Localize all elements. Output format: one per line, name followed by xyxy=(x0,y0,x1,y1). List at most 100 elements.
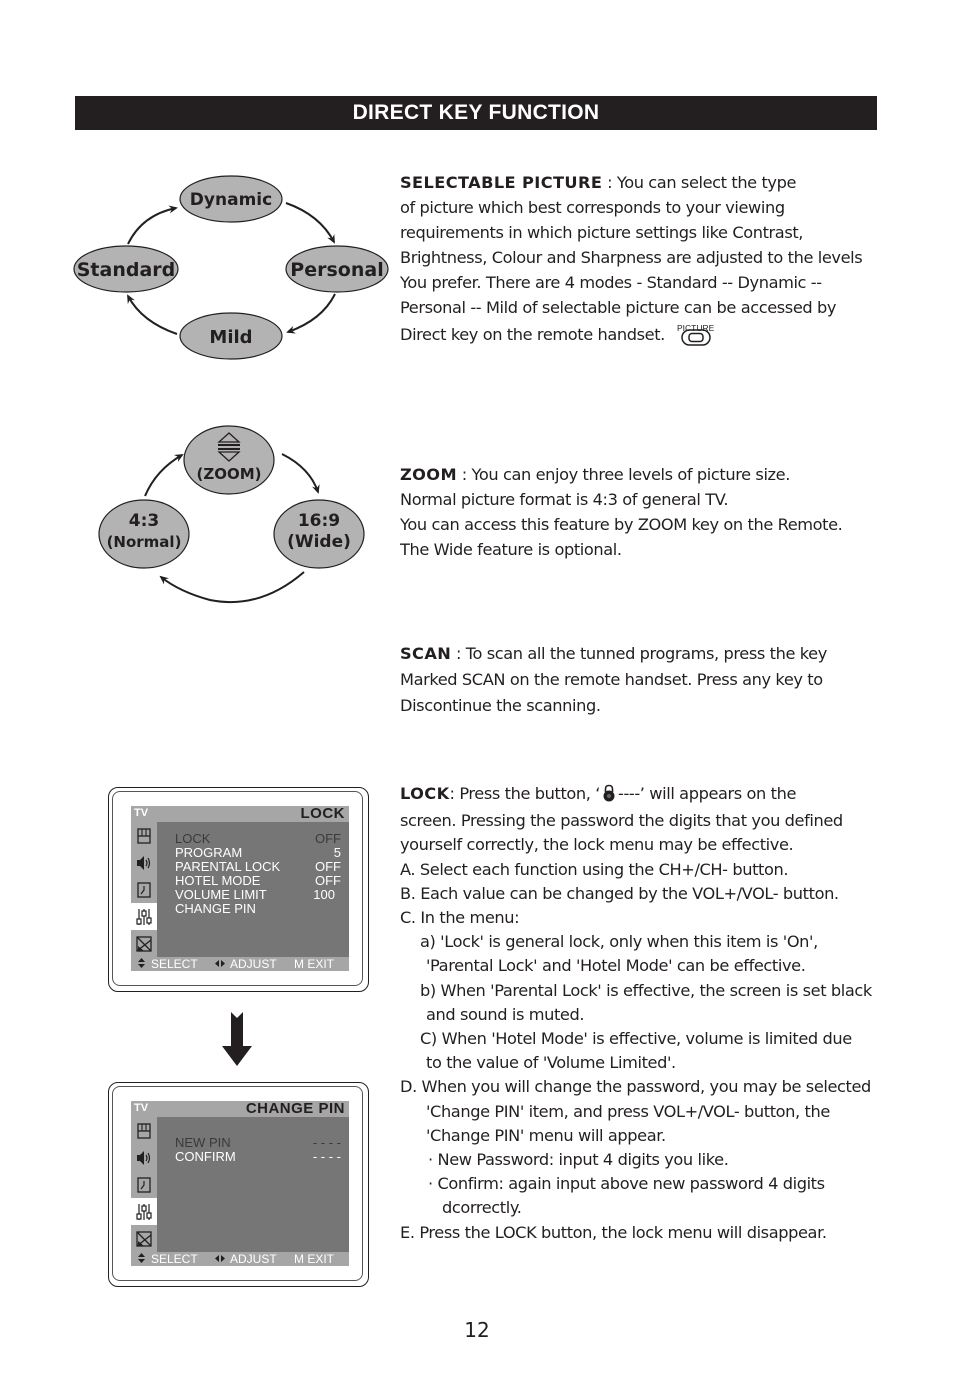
text-line: B. Each value can be changed by the VOL+… xyxy=(400,883,839,903)
text-line: 'Change PIN' menu will appear. xyxy=(426,1125,666,1145)
menu-item-value: - - - - xyxy=(312,1149,341,1164)
picture-icon[interactable] xyxy=(131,1117,157,1144)
up-down-arrow-icon xyxy=(137,1252,146,1266)
text-line: · New Password: input 4 digits you like. xyxy=(428,1150,729,1170)
scan-text: SCAN : To scan all the tunned programs, … xyxy=(400,641,885,719)
osd-sidebar xyxy=(131,1117,157,1252)
selectable-picture-heading: SELECTABLE PICTURE xyxy=(400,173,603,192)
osd-menu-item-new-pin[interactable]: NEW PIN - - - - xyxy=(175,1136,341,1150)
zoom-diagram: (ZOOM) 4:3 (Normal) 16:9 (Wide) xyxy=(98,425,365,604)
function-icon[interactable] xyxy=(131,903,157,930)
osd-change-pin-menu: TV CHANGE PIN NEW PIN - - - - CONFIRM - - … xyxy=(131,1100,349,1266)
arrow-personal-to-mild xyxy=(286,293,336,334)
clock-icon[interactable] xyxy=(131,876,157,903)
mode-label-mild: Mild xyxy=(209,327,252,348)
text-line: Normal picture format is 4:3 of general … xyxy=(400,490,729,509)
text-line: dcorrectly. xyxy=(442,1198,522,1218)
osd-menu-item-parental-lock[interactable]: PARENTAL LOCK OFF xyxy=(175,860,341,874)
menu-item-label: HOTEL MODE xyxy=(175,873,261,888)
channel-icon[interactable] xyxy=(131,1225,157,1252)
text-line: Discontinue the scanning. xyxy=(400,696,601,715)
text-line: : You can select the type xyxy=(607,173,797,192)
text-line: a) 'Lock' is general lock, only when thi… xyxy=(420,932,818,952)
text-line: Direct key on the remote handset. xyxy=(400,325,665,344)
osd-body: NEW PIN - - - - CONFIRM - - - - xyxy=(157,1117,349,1252)
picture-key-icon: PICTURE xyxy=(676,320,716,348)
footer-select-label: SELECT xyxy=(151,957,198,971)
text-line: 'Change PIN' item, and press VOL+/VOL- b… xyxy=(426,1101,830,1121)
menu-item-value: 100 xyxy=(313,887,335,902)
osd-sidebar xyxy=(131,822,157,957)
page-number: 12 xyxy=(464,1318,490,1342)
function-icon[interactable] xyxy=(131,1198,157,1225)
zoom-label: (ZOOM) xyxy=(196,465,261,483)
footer-select-label: SELECT xyxy=(151,1252,198,1266)
mode-label-dynamic: Dynamic xyxy=(190,190,272,210)
text-line: D. When you will change the password, yo… xyxy=(400,1077,871,1097)
osd-menu-item-volume-limit[interactable]: VOLUME LIMIT 100 xyxy=(175,888,341,902)
footer-adjust-label: ADJUST xyxy=(230,1252,277,1266)
sound-icon[interactable] xyxy=(131,849,157,876)
osd-menu-item-hotel-mode[interactable]: HOTEL MODE OFF xyxy=(175,874,341,888)
text-fragment: will appears on the xyxy=(644,784,797,803)
menu-item-label: CHANGE PIN xyxy=(175,901,256,916)
normal-name-label: (Normal) xyxy=(107,533,182,551)
mode-label-standard: Standard xyxy=(77,259,176,281)
text-line: and sound is muted. xyxy=(426,1004,585,1024)
text-line: to the value of 'Volume Limited'. xyxy=(426,1053,676,1073)
menu-item-value: - - - - xyxy=(312,1135,341,1150)
text-fragment: : Press the button, ‘ xyxy=(449,784,601,803)
osd-header: TV CHANGE PIN xyxy=(131,1100,349,1117)
menu-item-label: LOCK xyxy=(175,831,211,846)
text-line: : You can enjoy three levels of picture … xyxy=(461,465,791,484)
padlock-icon xyxy=(602,784,616,809)
lock-text: LOCK: Press the button, ‘ ----’ will app… xyxy=(400,782,885,1245)
menu-item-value: OFF xyxy=(315,873,341,888)
wide-name-label: (Wide) xyxy=(287,532,351,552)
osd-footer: SELECT ADJUST M EXIT xyxy=(131,957,349,971)
menu-item-label: VOLUME LIMIT xyxy=(175,887,267,902)
osd-menu-item-change-pin[interactable]: CHANGE PIN xyxy=(175,902,341,916)
left-right-arrow-icon xyxy=(214,1252,226,1266)
menu-item-value: 5 xyxy=(333,845,341,860)
osd-body: LOCK OFF PROGRAM 5 PARENTAL LOCK OFF HOTEL … xyxy=(157,822,349,957)
text-line: You prefer. There are 4 modes - Standard… xyxy=(400,273,822,292)
picture-mode-diagram: Dynamic Personal Mild Standard xyxy=(73,175,389,360)
picture-icon[interactable] xyxy=(131,822,157,849)
clock-icon[interactable] xyxy=(131,1171,157,1198)
osd-source-label: TV xyxy=(134,1102,149,1114)
text-line: screen. Pressing the password the digits… xyxy=(400,811,843,831)
selectable-picture-text: SELECTABLE PICTURE : You can select the … xyxy=(400,170,885,348)
osd-title: LOCK xyxy=(300,805,345,822)
sound-icon[interactable] xyxy=(131,1144,157,1171)
text-line: C) When 'Hotel Mode' is effective, volum… xyxy=(420,1029,852,1049)
osd-menu-item-program[interactable]: PROGRAM 5 xyxy=(175,846,341,860)
section-banner: DIRECT KEY FUNCTION xyxy=(75,96,877,130)
osd-source-label: TV xyxy=(134,807,149,819)
osd-menu-item-lock[interactable]: LOCK OFF xyxy=(175,832,341,846)
arrow-wide-to-normal xyxy=(159,571,305,604)
tv-osd-change-pin: TV CHANGE PIN NEW PIN - - - - CONFIRM - - … xyxy=(108,1082,369,1287)
text-line: Marked SCAN on the remote handset. Press… xyxy=(400,670,823,689)
text-line: Personal -- Mild of selectable picture c… xyxy=(400,298,837,317)
text-line: b) When 'Parental Lock' is effective, th… xyxy=(420,980,872,1000)
footer-exit-label: M EXIT xyxy=(294,1252,335,1266)
text-line: E. Press the LOCK button, the lock menu … xyxy=(400,1222,827,1242)
channel-icon[interactable] xyxy=(131,930,157,957)
text-line: You can access this feature by ZOOM key … xyxy=(400,515,843,534)
menu-item-label: PARENTAL LOCK xyxy=(175,859,281,874)
text-line: 'Parental Lock' and 'Hotel Mode' can be … xyxy=(426,956,806,976)
left-right-arrow-icon xyxy=(214,957,226,971)
up-down-arrow-icon xyxy=(137,957,146,971)
text-line: of picture which best corresponds to you… xyxy=(400,198,785,217)
osd-title: CHANGE PIN xyxy=(245,1100,345,1117)
text-line: yourself correctly, the lock menu may be… xyxy=(400,835,794,855)
osd-footer: SELECT ADJUST M EXIT xyxy=(131,1252,349,1266)
zoom-text: ZOOM : You can enjoy three levels of pic… xyxy=(400,462,885,562)
menu-item-label: PROGRAM xyxy=(175,845,243,860)
osd-menu-item-confirm[interactable]: CONFIRM - - - - xyxy=(175,1150,341,1164)
text-line: C. In the menu: xyxy=(400,908,520,928)
down-arrow-icon xyxy=(222,1012,252,1066)
footer-exit-label: M EXIT xyxy=(294,957,335,971)
menu-item-label: CONFIRM xyxy=(175,1149,236,1164)
